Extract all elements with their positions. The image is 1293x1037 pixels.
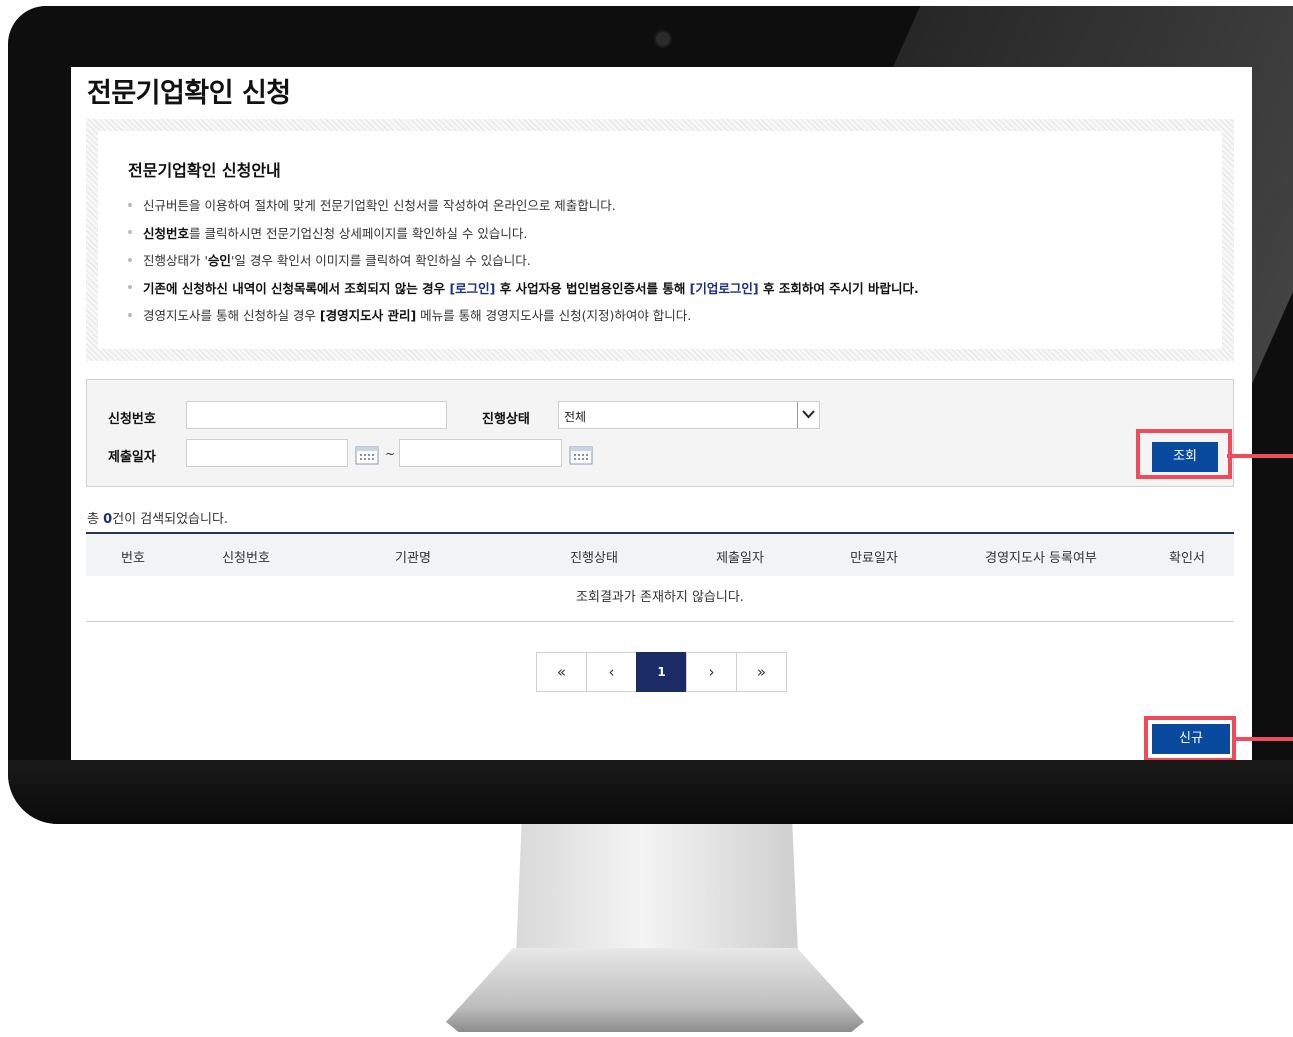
page-button-current[interactable]: 1 <box>636 652 687 692</box>
chevron-down-icon[interactable] <box>797 402 819 428</box>
pagination: « ‹ 1 › » <box>536 652 787 692</box>
app-no-input[interactable] <box>186 401 447 429</box>
result-count: 총 0건이 검색되었습니다. <box>87 512 229 527</box>
search-callout-line <box>1227 454 1293 458</box>
login-link[interactable]: [로그인] <box>449 281 495 296</box>
column-header: 만료일자 <box>850 551 898 566</box>
results-table: 번호 신청번호 기관명 진행상태 제출일자 만료일자 경영지도사 등록여부 확인… <box>86 532 1234 622</box>
guide-list: 신규버튼을 이용하여 절차에 맞게 전문기업확인 신청서를 작성하여 온라인으로… <box>128 197 919 335</box>
guide-item: 신규버튼을 이용하여 절차에 맞게 전문기업확인 신청서를 작성하여 온라인으로… <box>128 197 919 225</box>
app-screen: 전문기업확인 신청 전문기업확인 신청안내 신규버튼을 이용하여 절차에 맞게 … <box>71 67 1252 760</box>
column-header: 확인서 <box>1169 551 1205 566</box>
bullet-icon <box>128 312 132 317</box>
status-select[interactable]: 전체 <box>558 401 820 429</box>
next-page-button[interactable]: › <box>686 652 737 692</box>
guide-item: 신청번호를 클릭하시면 전문기업신청 상세페이지를 확인하실 수 있습니다. <box>128 225 919 253</box>
column-header: 기관명 <box>395 551 431 566</box>
column-header: 번호 <box>121 551 145 566</box>
bullet-icon <box>128 257 132 262</box>
camera-icon <box>656 32 670 46</box>
guide-item: 기존에 신청하신 내역이 신청목록에서 조회되지 않는 경우 [로그인] 후 사… <box>128 280 919 308</box>
search-button-highlight <box>1136 429 1232 479</box>
table-header: 번호 신청번호 기관명 진행상태 제출일자 만료일자 경영지도사 등록여부 확인… <box>86 534 1234 576</box>
prev-page-button[interactable]: ‹ <box>586 652 637 692</box>
calendar-icon[interactable] <box>569 445 593 465</box>
monitor-stand-base <box>446 948 864 1032</box>
guide-title: 전문기업확인 신청안내 <box>128 161 281 180</box>
search-panel: 신청번호 진행상태 전체 제출일자 ~ 조회 <box>86 379 1234 487</box>
calendar-icon[interactable] <box>355 445 379 465</box>
date-range-separator: ~ <box>385 447 396 461</box>
column-header: 경영지도사 등록여부 <box>985 551 1097 566</box>
status-label: 진행상태 <box>482 412 530 427</box>
new-button-highlight <box>1144 716 1236 760</box>
first-page-button[interactable]: « <box>536 652 587 692</box>
new-callout-line <box>1235 737 1293 741</box>
date-to-input[interactable] <box>399 439 562 467</box>
date-from-input[interactable] <box>186 439 348 467</box>
monitor-chin <box>8 760 1293 824</box>
bullet-icon <box>128 230 132 234</box>
company-login-link[interactable]: [기업로그인] <box>690 281 759 296</box>
bullet-icon <box>128 285 132 289</box>
submit-date-label: 제출일자 <box>108 450 156 465</box>
last-page-button[interactable]: » <box>736 652 787 692</box>
guide-item: 경영지도사를 통해 신청하실 경우 [경영지도사 관리] 메뉴를 통해 경영지도… <box>128 307 919 335</box>
monitor-stand-neck <box>516 824 798 954</box>
column-header: 신청번호 <box>222 551 270 566</box>
app-no-label: 신청번호 <box>108 412 156 427</box>
empty-result-row: 조회결과가 존재하지 않습니다. <box>86 576 1234 622</box>
bullet-icon <box>128 202 132 207</box>
page-title: 전문기업확인 신청 <box>87 78 291 109</box>
status-selected-value: 전체 <box>564 410 587 424</box>
column-header: 진행상태 <box>570 551 618 566</box>
column-header: 제출일자 <box>716 551 764 566</box>
guide-panel: 전문기업확인 신청안내 신규버튼을 이용하여 절차에 맞게 전문기업확인 신청서… <box>86 119 1234 361</box>
guide-panel-inner: 전문기업확인 신청안내 신규버튼을 이용하여 절차에 맞게 전문기업확인 신청서… <box>98 131 1222 349</box>
result-count-number: 0 <box>103 512 113 527</box>
guide-item: 진행상태가 '승인'일 경우 확인서 이미지를 클릭하여 확인하실 수 있습니다… <box>128 252 919 280</box>
